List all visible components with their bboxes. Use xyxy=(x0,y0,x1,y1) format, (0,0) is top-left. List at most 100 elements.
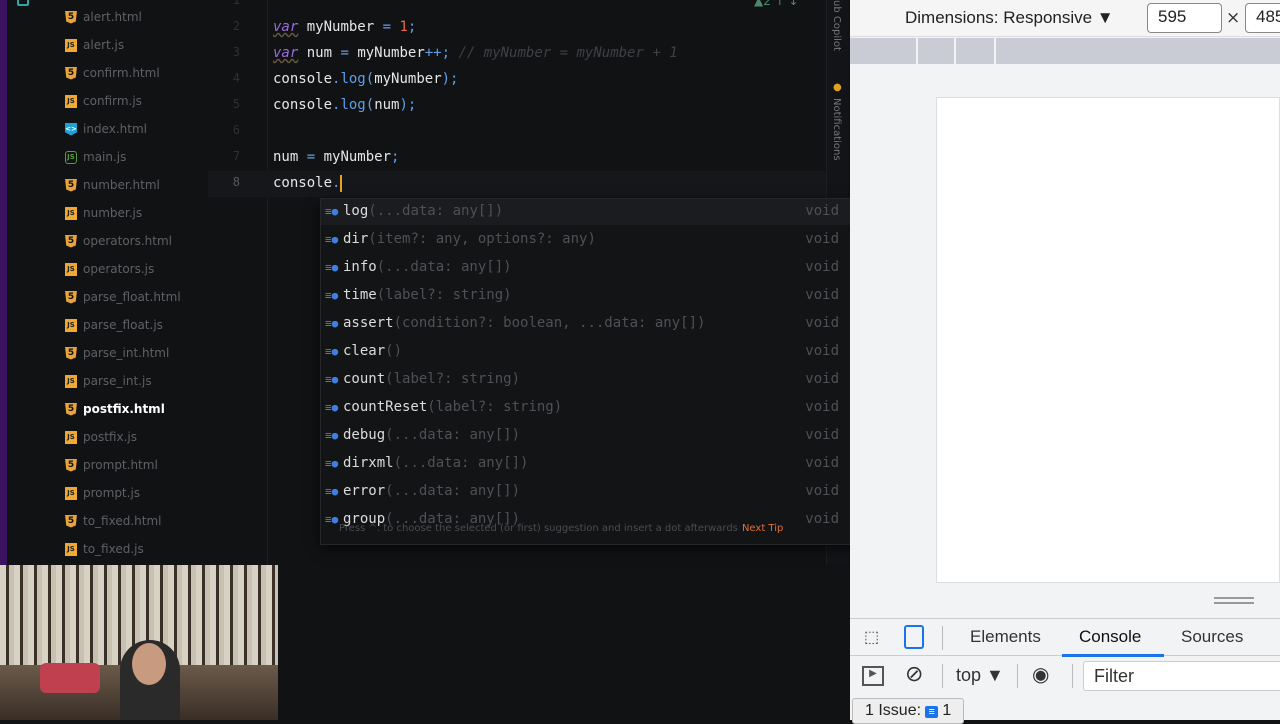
js-file-icon: JS xyxy=(65,374,77,388)
file-item[interactable]: 5 to_fixed.html xyxy=(65,507,162,535)
warning-count: 2 xyxy=(763,0,771,8)
code-line[interactable]: var myNumber = 1; xyxy=(273,14,416,40)
inspect-element-icon[interactable]: ⬚ xyxy=(864,627,879,647)
html-file-icon: 5 xyxy=(65,178,77,192)
suggestion-signature: (label?: string) xyxy=(376,287,512,303)
file-item[interactable]: JS postfix.js xyxy=(65,423,137,451)
html-file-icon: 5 xyxy=(65,234,77,248)
file-item[interactable]: <> index.html xyxy=(65,115,147,143)
suggestion-item[interactable]: ≡● time (label?: string) void xyxy=(321,281,853,309)
js-file-icon: JS xyxy=(65,38,77,52)
inspection-widget[interactable]: ▲2 ↑ ↓ xyxy=(754,0,799,8)
file-item[interactable]: 5 confirm.html xyxy=(65,59,160,87)
suggestion-signature: (...data: any[]) xyxy=(376,259,512,275)
file-name: parse_float.js xyxy=(83,318,163,332)
code-line[interactable]: console.log(num); xyxy=(273,92,416,118)
line-number: 3 xyxy=(232,45,240,59)
file-name: operators.html xyxy=(83,234,173,248)
file-item[interactable]: JS to_fixed.js xyxy=(65,535,144,563)
webcam-overlay xyxy=(0,565,278,720)
html-file-icon: 5 xyxy=(65,514,77,528)
file-name: alert.js xyxy=(83,38,125,52)
times-icon: × xyxy=(1226,8,1241,28)
copilot-tab[interactable]: ub Copilot xyxy=(831,0,842,51)
file-item[interactable]: JS operators.js xyxy=(65,255,154,283)
file-item[interactable]: 5 alert.html xyxy=(65,3,142,31)
resize-handle[interactable] xyxy=(1214,597,1254,604)
suggestion-item[interactable]: ≡● countReset (label?: string) void xyxy=(321,393,853,421)
suggestion-name: dir xyxy=(343,231,369,247)
tab-console[interactable]: Console xyxy=(1079,627,1141,647)
html-file-icon: 5 xyxy=(65,458,77,472)
suggestion-signature: (label?: string) xyxy=(385,371,521,387)
suggestion-type: void xyxy=(805,371,839,387)
height-input[interactable]: 485 xyxy=(1245,3,1280,33)
suggestion-item[interactable]: ≡● info (...data: any[]) void xyxy=(321,253,853,281)
file-item[interactable]: 5 operators.html xyxy=(65,227,172,255)
js-file-icon: JS xyxy=(65,262,77,276)
filter-input[interactable]: Filter xyxy=(1083,661,1280,691)
device-toggle-icon[interactable] xyxy=(904,625,924,649)
js-file-icon: JS xyxy=(65,206,77,220)
file-name: parse_float.html xyxy=(83,290,181,304)
device-toolbar: Dimensions: Responsive ▼ 595 × 485 xyxy=(850,0,1280,37)
js-file-icon: JS xyxy=(65,94,77,108)
suggestion-item[interactable]: ≡● count (label?: string) void xyxy=(321,365,853,393)
file-item[interactable]: 5 postfix.html xyxy=(65,395,165,423)
code-line[interactable]: console.log(myNumber); xyxy=(273,66,458,92)
suggestion-item[interactable]: ≡● error (...data: any[]) void xyxy=(321,477,853,505)
suggestion-name: log xyxy=(343,203,369,219)
code-line[interactable]: num = myNumber; xyxy=(273,144,399,170)
file-item[interactable]: JS parse_int.js xyxy=(65,367,152,395)
file-item[interactable]: JS confirm.js xyxy=(65,87,142,115)
page-viewport[interactable] xyxy=(936,97,1280,583)
width-input[interactable]: 595 xyxy=(1147,3,1222,33)
suggestion-item[interactable]: ≡● clear() void xyxy=(321,337,853,365)
code-line[interactable]: console. xyxy=(273,170,343,196)
file-name: index.html xyxy=(83,122,147,136)
html-file-icon: 5 xyxy=(65,402,77,416)
file-item[interactable]: JS main.js xyxy=(65,143,126,171)
issue-icon: ≡ xyxy=(925,706,938,718)
media-query-bar[interactable] xyxy=(850,38,1280,64)
js-file-icon: JS xyxy=(65,486,77,500)
file-item[interactable]: 5 prompt.html xyxy=(65,451,158,479)
sidebar-toggle-icon[interactable]: ▶ xyxy=(862,666,884,686)
code-line[interactable]: var num = myNumber++; // myNumber = myNu… xyxy=(273,40,678,66)
method-icon: ≡● xyxy=(325,260,339,274)
suggestion-signature: (...data: any[]) xyxy=(385,483,521,499)
html-file-icon: 5 xyxy=(65,290,77,304)
suggestion-item[interactable]: ≡● assert (condition?: boolean, ...data: a… xyxy=(321,309,853,337)
tab-elements[interactable]: Elements xyxy=(970,627,1041,647)
project-icon[interactable] xyxy=(17,0,29,6)
dimensions-dropdown[interactable]: Dimensions: Responsive ▼ xyxy=(905,8,1114,28)
file-item[interactable]: JS prompt.js xyxy=(65,479,140,507)
file-item[interactable]: JS parse_float.js xyxy=(65,311,163,339)
tab-sources[interactable]: Sources xyxy=(1181,627,1243,647)
context-selector[interactable]: top ▼ xyxy=(956,665,1004,686)
suggestion-type: void xyxy=(805,483,839,499)
file-item[interactable]: 5 parse_float.html xyxy=(65,283,181,311)
bell-icon: ● xyxy=(833,82,842,93)
line-number: 5 xyxy=(232,97,240,111)
notifications-tab[interactable]: Notifications xyxy=(831,98,842,161)
suggestion-type: void xyxy=(805,231,839,247)
file-item[interactable]: JS number.js xyxy=(65,199,142,227)
suggestion-item[interactable]: ≡● log (...data: any[]) void xyxy=(321,199,853,225)
js-file-icon: JS xyxy=(65,542,77,556)
suggestion-name: debug xyxy=(343,427,386,443)
suggestion-signature: (...data: any[]) xyxy=(393,455,529,471)
suggestion-item[interactable]: ≡● dirxml (...data: any[]) void xyxy=(321,449,853,477)
eye-icon[interactable]: ◉ xyxy=(1032,662,1049,687)
suggestion-item[interactable]: ≡● debug (...data: any[]) void xyxy=(321,421,853,449)
file-item[interactable]: 5 number.html xyxy=(65,171,160,199)
file-item[interactable]: 5 parse_int.html xyxy=(65,339,169,367)
js-file-icon: JS xyxy=(65,318,77,332)
suggestion-signature: (...data: any[]) xyxy=(368,203,504,219)
next-tip-link[interactable]: Next Tip xyxy=(742,523,783,534)
devtools-tabs: ⬚ Elements Console Sources xyxy=(850,618,1280,657)
clear-console-icon[interactable]: ⊘ xyxy=(905,661,923,687)
file-item[interactable]: JS alert.js xyxy=(65,31,124,59)
suggestion-item[interactable]: ≡● dir (item?: any, options?: any) void xyxy=(321,225,853,253)
issues-button[interactable]: 1 Issue: ≡ 1 xyxy=(852,698,965,724)
